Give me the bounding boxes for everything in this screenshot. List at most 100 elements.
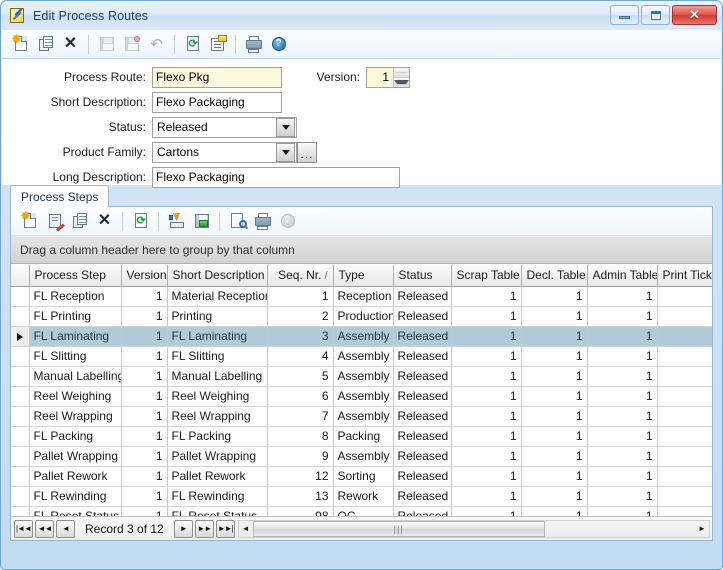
row-indicator-cell[interactable] xyxy=(11,506,30,516)
table-cell[interactable]: 1 xyxy=(521,386,588,407)
table-cell[interactable]: 1 xyxy=(121,286,168,307)
table-cell[interactable]: Manual Labelling xyxy=(29,366,122,387)
table-cell[interactable]: 1 xyxy=(521,306,588,327)
help-icon[interactable]: ? xyxy=(266,32,291,57)
table-row[interactable]: Pallet Rework 1 Pallet Rework 12 Sorting Rele… xyxy=(11,466,712,487)
table-cell[interactable]: Released xyxy=(393,446,452,467)
table-cell[interactable]: FL Slitting xyxy=(167,346,268,367)
minimize-button[interactable] xyxy=(610,5,639,25)
copy-row-icon[interactable] xyxy=(67,209,92,234)
table-cell[interactable] xyxy=(657,426,712,447)
table-cell[interactable]: Reel Wrapping xyxy=(29,406,122,427)
grid-column-header-scrap-table[interactable]: Scrap Table xyxy=(451,265,522,287)
table-cell[interactable]: Sorting xyxy=(333,466,394,487)
table-cell[interactable]: FL Reception xyxy=(29,286,122,307)
table-cell[interactable] xyxy=(657,366,712,387)
table-cell[interactable]: Reception xyxy=(333,286,394,307)
table-cell[interactable]: FL Packing xyxy=(29,426,122,447)
table-row[interactable]: FL Reception 1 Material Reception 1 Receptio… xyxy=(11,286,712,307)
table-cell[interactable]: 1 xyxy=(587,406,658,427)
table-cell[interactable]: 1 xyxy=(121,346,168,367)
table-cell[interactable]: 1 xyxy=(521,426,588,447)
scrollbar-thumb[interactable]: ||| xyxy=(252,520,545,537)
table-cell[interactable]: 4 xyxy=(267,346,334,367)
table-cell[interactable]: Pallet Wrapping xyxy=(167,446,268,467)
tab-process-steps[interactable]: Process Steps xyxy=(10,185,110,207)
row-indicator-cell[interactable] xyxy=(11,446,30,467)
row-indicator-cell[interactable] xyxy=(11,486,30,507)
edit-row-icon[interactable] xyxy=(42,209,67,234)
table-cell[interactable]: FL Reset Status xyxy=(167,506,268,516)
table-row[interactable]: Reel Wrapping 1 Reel Wrapping 7 Assembly Rele… xyxy=(11,406,712,427)
table-cell[interactable]: Released xyxy=(393,406,452,427)
table-cell[interactable]: Pallet Rework xyxy=(29,466,122,487)
table-cell[interactable]: 1 xyxy=(587,286,658,307)
table-cell[interactable]: QC xyxy=(333,506,394,516)
status-select[interactable]: Released xyxy=(152,116,297,138)
table-cell[interactable]: 1 xyxy=(587,426,658,447)
table-cell[interactable]: 1 xyxy=(521,366,588,387)
row-indicator-cell[interactable] xyxy=(11,466,30,487)
chevron-down-icon[interactable] xyxy=(276,142,295,162)
table-cell[interactable]: Packing xyxy=(333,426,394,447)
table-cell[interactable]: Manual Labelling xyxy=(167,366,268,387)
new-row-icon[interactable]: ✸ xyxy=(17,209,42,234)
product-family-select[interactable]: Cartons xyxy=(152,141,297,163)
table-cell[interactable]: 1 xyxy=(521,466,588,487)
table-cell[interactable]: 5 xyxy=(267,366,334,387)
table-cell[interactable]: Reel Wrapping xyxy=(167,406,268,427)
refresh-grid-icon[interactable]: ⟳ xyxy=(128,209,153,234)
row-indicator-cell[interactable] xyxy=(11,386,30,407)
table-cell[interactable]: Assembly xyxy=(333,346,394,367)
table-cell[interactable]: 1 xyxy=(451,426,522,447)
table-cell[interactable] xyxy=(657,306,712,327)
table-cell[interactable] xyxy=(657,326,712,347)
row-indicator-cell[interactable] xyxy=(11,366,30,387)
table-cell[interactable] xyxy=(657,286,712,307)
grid-column-header-admin-table[interactable]: Admin Table xyxy=(587,265,658,287)
table-cell[interactable]: 1 xyxy=(451,466,522,487)
table-cell[interactable] xyxy=(657,346,712,367)
table-cell[interactable]: 1 xyxy=(587,506,658,516)
table-cell[interactable]: Assembly xyxy=(333,406,394,427)
table-cell[interactable]: 1 xyxy=(587,346,658,367)
delete-row-icon[interactable]: ✕ xyxy=(92,209,117,234)
table-cell[interactable]: 3 xyxy=(267,326,334,347)
scrollbar-track[interactable]: ||| xyxy=(252,520,695,537)
table-cell[interactable]: 1 xyxy=(121,466,168,487)
table-cell[interactable]: 1 xyxy=(587,446,658,467)
table-cell[interactable]: 1 xyxy=(587,466,658,487)
table-cell[interactable]: Material Reception xyxy=(167,286,268,307)
properties-icon[interactable] xyxy=(205,32,230,57)
table-cell[interactable]: 1 xyxy=(521,446,588,467)
table-cell[interactable]: 1 xyxy=(121,326,168,347)
grid-column-header-print-ticket[interactable]: Print Ticket xyxy=(657,265,712,287)
row-indicator-cell[interactable] xyxy=(11,306,30,327)
table-cell[interactable]: Reel Weighing xyxy=(29,386,122,407)
export-icon[interactable] xyxy=(164,209,189,234)
table-cell[interactable]: Printing xyxy=(167,306,268,327)
first-record-button[interactable]: |◄◄ xyxy=(14,519,33,538)
table-cell[interactable]: FL Packing xyxy=(167,426,268,447)
table-cell[interactable]: 1 xyxy=(451,446,522,467)
table-row[interactable]: FL Slitting 1 FL Slitting 4 Assembly Released… xyxy=(11,346,712,367)
table-cell[interactable]: Released xyxy=(393,386,452,407)
table-cell[interactable]: FL Rewinding xyxy=(29,486,122,507)
table-cell[interactable]: 1 xyxy=(587,366,658,387)
titlebar[interactable]: Edit Process Routes ✕ xyxy=(1,1,722,30)
table-cell[interactable]: Released xyxy=(393,486,452,507)
print-grid-icon[interactable] xyxy=(250,209,275,234)
table-cell[interactable] xyxy=(657,446,712,467)
table-cell[interactable]: Assembly xyxy=(333,326,394,347)
table-cell[interactable]: 1 xyxy=(587,386,658,407)
table-cell[interactable]: FL Reset Status xyxy=(29,506,122,516)
row-indicator-cell[interactable] xyxy=(11,406,30,427)
table-cell[interactable]: FL Rewinding xyxy=(167,486,268,507)
table-cell[interactable]: 1 xyxy=(587,486,658,507)
table-cell[interactable]: 1 xyxy=(451,286,522,307)
table-cell[interactable]: 6 xyxy=(267,386,334,407)
table-cell[interactable]: 1 xyxy=(121,366,168,387)
table-cell[interactable]: FL Printing xyxy=(29,306,122,327)
print-preview-icon[interactable] xyxy=(225,209,250,234)
table-cell[interactable]: Released xyxy=(393,286,452,307)
